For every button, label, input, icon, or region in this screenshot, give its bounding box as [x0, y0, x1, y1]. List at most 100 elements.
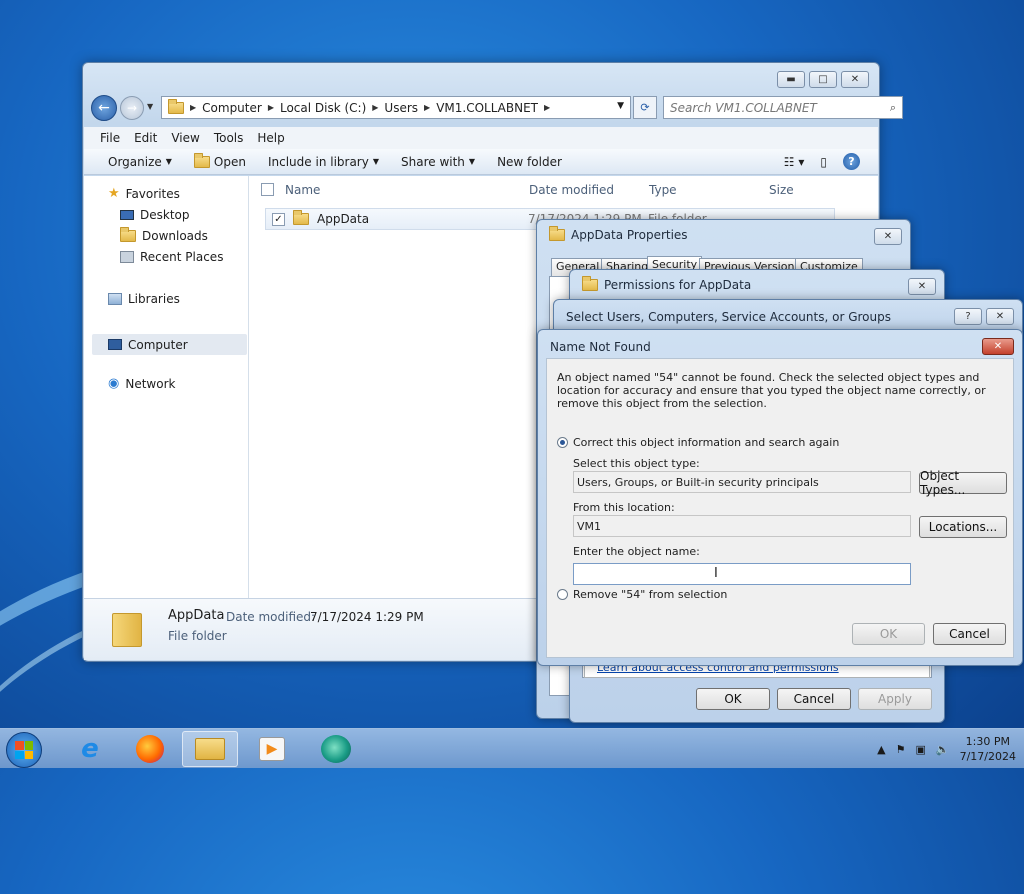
- chevron-down-icon[interactable]: ▼: [617, 101, 624, 111]
- nav-libraries[interactable]: Libraries: [108, 292, 180, 306]
- dialog-title: Select Users, Computers, Service Account…: [566, 310, 891, 324]
- close-button[interactable]: ✕: [982, 338, 1014, 355]
- locations-button[interactable]: Locations...: [919, 516, 1007, 538]
- option-correct-label: Correct this object information and sear…: [573, 436, 840, 449]
- nav-computer[interactable]: Computer: [92, 334, 247, 355]
- show-hidden-icons-icon[interactable]: ▲: [877, 743, 885, 756]
- refresh-button[interactable]: ⟳: [633, 96, 657, 119]
- object-name-input[interactable]: I: [573, 563, 911, 585]
- breadcrumb-computer[interactable]: Computer: [202, 101, 262, 115]
- star-icon: ★: [108, 186, 120, 201]
- internet-explorer-icon: e: [81, 734, 99, 764]
- network-icon[interactable]: ▣: [915, 743, 925, 756]
- taskbar-firefox[interactable]: [122, 731, 178, 767]
- open-button[interactable]: Open: [193, 152, 246, 169]
- option-remove[interactable]: Remove "54" from selection: [557, 588, 727, 601]
- new-folder-label: New folder: [497, 154, 562, 169]
- search-icon[interactable]: ⌕: [890, 101, 896, 115]
- taskbar-explorer[interactable]: [182, 731, 238, 767]
- chevron-right-icon[interactable]: ▶: [544, 103, 550, 112]
- close-button[interactable]: ✕: [841, 71, 869, 88]
- nav-recent-places[interactable]: Recent Places: [120, 250, 223, 264]
- chevron-right-icon[interactable]: ▶: [190, 103, 196, 112]
- column-size[interactable]: Size: [769, 183, 794, 197]
- nav-downloads[interactable]: Downloads: [120, 227, 208, 243]
- breadcrumb-local-disk[interactable]: Local Disk (C:): [280, 101, 366, 115]
- breadcrumb-users[interactable]: Users: [384, 101, 418, 115]
- close-button[interactable]: ✕: [986, 308, 1014, 325]
- nav-label: Desktop: [140, 208, 190, 222]
- forward-button[interactable]: →: [120, 96, 144, 120]
- ok-button[interactable]: OK: [696, 688, 770, 710]
- chevron-right-icon[interactable]: ▶: [372, 103, 378, 112]
- cancel-button[interactable]: Cancel: [777, 688, 851, 710]
- menu-bar: File Edit View Tools Help: [84, 127, 878, 149]
- organize-label: Organize: [108, 154, 162, 169]
- clock-date: 7/17/2024: [959, 750, 1016, 763]
- taskbar-app[interactable]: [308, 731, 364, 767]
- taskbar-internet-explorer[interactable]: e: [62, 731, 118, 767]
- menu-help[interactable]: Help: [257, 131, 284, 145]
- close-button[interactable]: ✕: [908, 278, 936, 295]
- view-options-icon[interactable]: ☷ ▾: [784, 155, 805, 169]
- search-input[interactable]: Search VM1.COLLABNET ⌕: [663, 96, 903, 119]
- menu-tools[interactable]: Tools: [214, 131, 244, 145]
- object-type-value: Users, Groups, or Built-in security prin…: [577, 475, 819, 489]
- menu-view[interactable]: View: [171, 131, 199, 145]
- column-date-modified[interactable]: Date modified: [529, 183, 614, 197]
- start-button[interactable]: [6, 732, 42, 768]
- folder-icon: [168, 98, 184, 114]
- taskbar-media-player[interactable]: ▶: [244, 731, 300, 767]
- include-in-library-button[interactable]: Include in library ▼: [268, 155, 379, 169]
- column-type[interactable]: Type: [649, 183, 677, 197]
- nav-desktop[interactable]: Desktop: [120, 208, 190, 222]
- nav-favorites[interactable]: ★ Favorites: [108, 186, 180, 201]
- minimize-button[interactable]: ▬: [777, 71, 805, 88]
- new-folder-button[interactable]: New folder: [497, 155, 562, 169]
- details-date: 7/17/2024 1:29 PM: [310, 610, 424, 624]
- volume-icon[interactable]: 🔈: [936, 743, 950, 756]
- nav-network[interactable]: ◉ Network: [108, 376, 175, 391]
- cancel-button[interactable]: Cancel: [933, 623, 1006, 645]
- address-bar[interactable]: ▶ Computer ▶ Local Disk (C:) ▶ Users ▶ V…: [161, 96, 631, 119]
- help-icon[interactable]: ?: [843, 153, 860, 170]
- row-checkbox[interactable]: ✓: [272, 212, 285, 226]
- organize-button[interactable]: Organize ▼: [108, 155, 172, 169]
- object-types-button[interactable]: Object Types...: [919, 469, 1007, 497]
- chevron-down-icon: ▼: [372, 157, 379, 166]
- network-icon: ◉: [108, 376, 120, 391]
- dialog-title: AppData Properties: [571, 228, 688, 242]
- column-name[interactable]: Name: [285, 183, 320, 197]
- menu-file[interactable]: File: [100, 131, 120, 145]
- close-button[interactable]: ✕: [874, 228, 902, 245]
- correct-radio[interactable]: [557, 437, 568, 448]
- menu-edit[interactable]: Edit: [134, 131, 157, 145]
- text-cursor-icon: I: [714, 566, 718, 581]
- location-value: VM1: [577, 519, 602, 533]
- maximize-button[interactable]: □: [809, 71, 837, 88]
- breadcrumb-vm1[interactable]: VM1.COLLABNET: [436, 101, 538, 115]
- nav-label: Computer: [128, 337, 188, 352]
- column-header: Name Date modified Type Size: [249, 176, 878, 204]
- refresh-icon: ⟳: [640, 101, 650, 114]
- back-button[interactable]: ←: [91, 95, 117, 121]
- recent-pages-dropdown[interactable]: ▼: [147, 102, 153, 111]
- share-with-button[interactable]: Share with ▼: [401, 155, 475, 169]
- folder-icon: [193, 152, 210, 168]
- apply-button[interactable]: Apply: [858, 688, 932, 710]
- clock-time: 1:30 PM: [965, 735, 1010, 748]
- action-center-flag-icon[interactable]: ⚑: [896, 743, 906, 756]
- clock[interactable]: 1:30 PM 7/17/2024: [960, 734, 1016, 764]
- search-placeholder: Search VM1.COLLABNET: [670, 100, 817, 115]
- chevron-right-icon[interactable]: ▶: [268, 103, 274, 112]
- share-label: Share with: [401, 154, 465, 169]
- ok-button[interactable]: OK: [852, 623, 925, 645]
- help-button[interactable]: ?: [954, 308, 982, 325]
- preview-pane-icon[interactable]: ▯: [820, 155, 827, 169]
- remove-radio[interactable]: [557, 589, 568, 600]
- nav-label: Libraries: [128, 292, 180, 306]
- option-correct[interactable]: Correct this object information and sear…: [557, 436, 839, 449]
- object-type-label: Select this object type:: [573, 457, 700, 470]
- chevron-right-icon[interactable]: ▶: [424, 103, 430, 112]
- select-all-checkbox[interactable]: [261, 183, 274, 196]
